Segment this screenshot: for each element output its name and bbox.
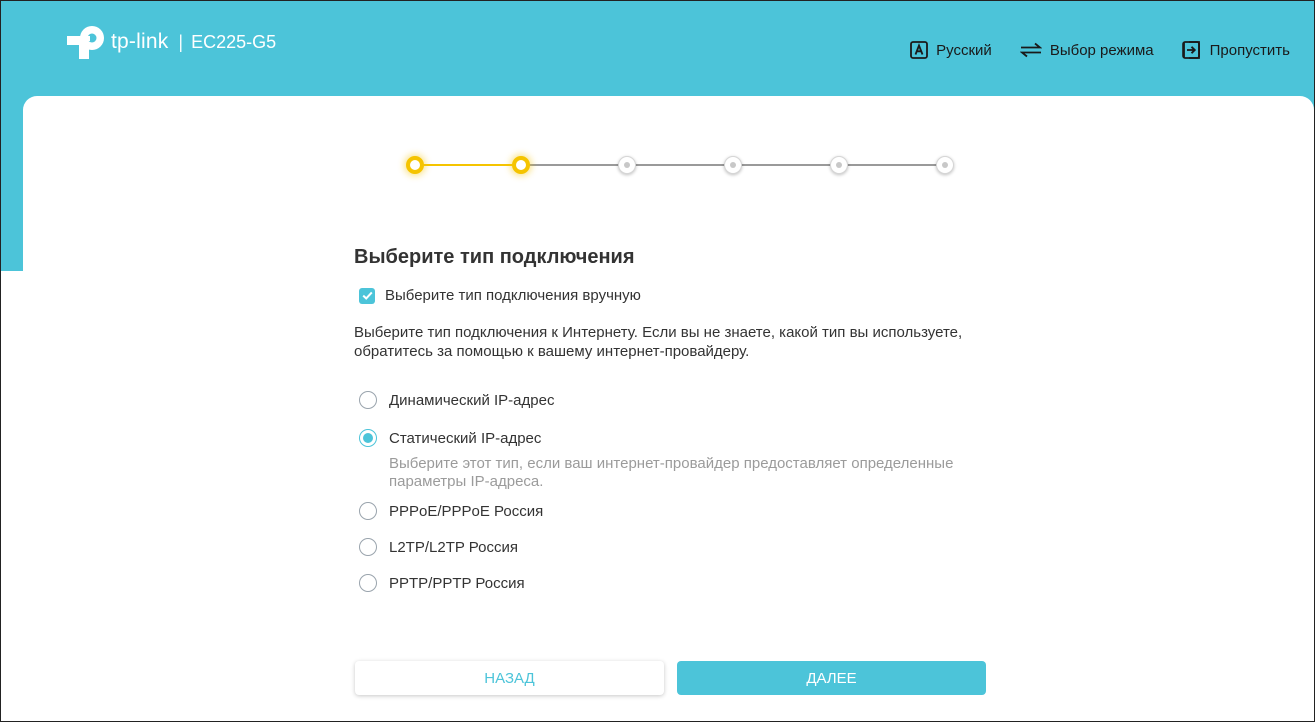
model-name: EC225-G5 <box>191 31 277 52</box>
step-dot-completed <box>512 156 530 174</box>
step-dot-pending <box>618 156 636 174</box>
stepper-line <box>839 164 945 166</box>
brand-name: tp-link <box>111 30 169 53</box>
manual-selection-label: Выберите тип подключения вручную <box>385 287 641 304</box>
brand-separator: | <box>178 31 184 52</box>
mode-select-button[interactable]: Выбор режима <box>1019 41 1154 59</box>
static-ip-hint: Выберите этот тип, если ваш интернет-про… <box>389 455 954 490</box>
step-dot-pending <box>936 156 954 174</box>
next-button[interactable]: ДАЛЕЕ <box>677 661 986 695</box>
step-dot-pending <box>724 156 742 174</box>
connection-type-description: Выберите тип подключения к Интернету. Ес… <box>354 324 963 360</box>
swap-arrows-icon <box>1019 42 1042 58</box>
top-nav: Русский Выбор режима Пропустить <box>882 41 1290 59</box>
mode-select-label: Выбор режима <box>1049 41 1154 59</box>
option-static-ip[interactable]: Статический IP-адрес <box>359 428 994 448</box>
option-l2tp[interactable]: L2TP/L2TP Россия <box>359 537 994 557</box>
radio-button-selected-icon <box>359 429 377 447</box>
logo: tp-link | EC225-G5 <box>67 25 276 59</box>
back-button[interactable]: НАЗАД <box>355 661 664 695</box>
radio-button-icon <box>359 574 377 592</box>
setup-card: Выберите тип подключения Выберите тип по… <box>23 96 1314 721</box>
stepper-line <box>521 164 627 166</box>
option-label: PPTP/PPTP Россия <box>389 574 525 592</box>
option-dynamic-ip[interactable]: Динамический IP-адрес <box>359 390 994 410</box>
radio-button-icon <box>359 502 377 520</box>
progress-stepper <box>406 151 954 181</box>
app-frame: tp-link | EC225-G5 Русский Выбор режима … <box>0 0 1315 722</box>
connection-type-form: Выберите тип подключения Выберите тип по… <box>354 246 994 593</box>
connection-type-options: Динамический IP-адрес Статический IP-адр… <box>354 390 994 593</box>
language-button[interactable]: Русский <box>910 41 992 59</box>
page-title: Выберите тип подключения <box>354 246 635 268</box>
navigation-buttons: НАЗАД ДАЛЕЕ <box>355 661 986 695</box>
option-pptp[interactable]: PPTP/PPTP Россия <box>359 573 994 593</box>
radio-button-icon <box>359 391 377 409</box>
stepper-line <box>733 164 839 166</box>
exit-arrow-icon <box>1181 41 1202 59</box>
language-label: Русский <box>936 41 992 59</box>
tp-link-logo-icon <box>67 25 107 59</box>
radio-button-icon <box>359 538 377 556</box>
stepper-line <box>627 164 733 166</box>
skip-label: Пропустить <box>1209 41 1290 59</box>
manual-selection-checkbox[interactable]: Выберите тип подключения вручную <box>359 287 994 304</box>
skip-button[interactable]: Пропустить <box>1181 41 1290 59</box>
step-dot-completed <box>406 156 424 174</box>
stepper-line <box>415 164 521 166</box>
option-label: Статический IP-адрес <box>389 429 542 447</box>
step-dot-pending <box>830 156 848 174</box>
option-pppoe[interactable]: PPPoE/PPPoE Россия <box>359 501 994 521</box>
checkbox-checked-icon <box>359 287 375 304</box>
option-label: PPPoE/PPPoE Россия <box>389 502 544 520</box>
option-label: Динамический IP-адрес <box>389 391 555 409</box>
option-label: L2TP/L2TP Россия <box>389 538 518 556</box>
letter-a-box-icon <box>910 41 929 59</box>
